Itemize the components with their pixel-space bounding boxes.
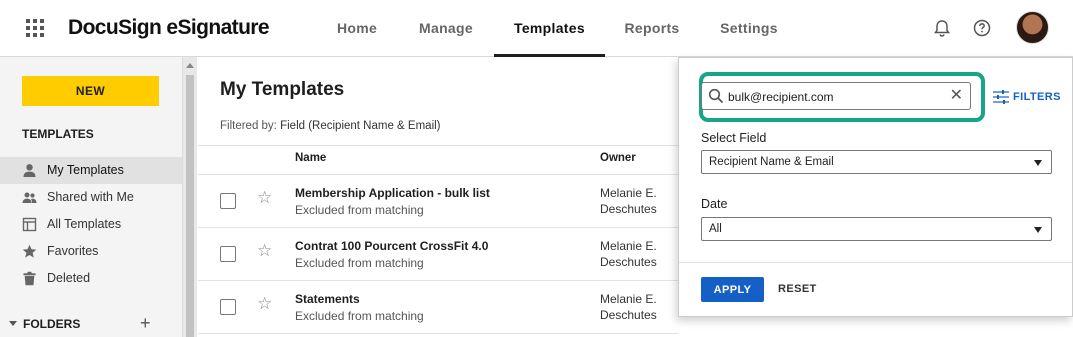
owner-last: Deschutes [600,255,657,269]
template-status: Excluded from matching [295,203,424,217]
date-value: All [709,223,722,235]
panel-divider [679,262,1072,263]
table-divider [198,174,678,175]
sidebar-item-favorites[interactable]: Favorites [0,238,182,265]
template-owner: Melanie E. Deschutes [600,291,657,323]
clear-icon[interactable]: ✕ [950,88,963,104]
page-title: My Templates [220,79,345,100]
date-dropdown[interactable]: All [701,217,1052,241]
table-divider [198,227,678,228]
owner-first: Melanie E. [600,239,657,253]
reset-button[interactable]: RESET [778,277,817,302]
caret-down-icon [9,321,17,326]
filters-label: FILTERS [1013,91,1061,103]
tab-reports[interactable]: Reports [613,0,691,56]
scrollbar-thumb[interactable] [186,75,194,337]
brand-logo[interactable]: DocuSign eSignature [68,16,270,40]
search-icon [708,88,724,104]
tab-settings[interactable]: Settings [708,0,790,56]
filter-panel: ✕ FILTERS Select Field Recipient Name & … [678,57,1073,317]
folders-label: FOLDERS [23,317,81,331]
owner-first: Melanie E. [600,292,657,306]
sidebar: NEW TEMPLATES My Templates Shared with M… [0,57,182,337]
sidebar-item-label: Favorites [47,244,99,258]
template-name[interactable]: Contrat 100 Pourcent CrossFit 4.0 [295,239,488,253]
tab-templates[interactable]: Templates [494,0,605,57]
sidebar-item-shared-with-me[interactable]: Shared with Me [0,184,182,211]
template-owner: Melanie E. Deschutes [600,185,657,217]
sidebar-item-label: Deleted [47,271,91,285]
sidebar-item-my-templates[interactable]: My Templates [0,157,182,184]
filter-summary: Filtered by: Field (Recipient Name & Ema… [220,120,441,132]
favorite-star-icon[interactable]: ☆ [257,294,272,314]
select-field-label: Select Field [701,131,767,145]
row-checkbox[interactable] [220,246,236,262]
select-field-dropdown[interactable]: Recipient Name & Email [701,150,1052,174]
select-field-value: Recipient Name & Email [709,156,834,168]
table-divider [198,333,678,334]
scroll-up-icon[interactable] [186,63,194,68]
tab-manage[interactable]: Manage [408,0,484,56]
tab-home[interactable]: Home [322,0,392,56]
sidebar-heading-templates: TEMPLATES [22,127,94,141]
trash-icon [23,271,36,286]
dropdown-arrow-icon [1034,160,1042,166]
template-name[interactable]: Membership Application - bulk list [295,186,490,200]
sidebar-item-label: Shared with Me [47,190,134,204]
column-header-owner[interactable]: Owner [600,152,636,164]
sliders-icon [993,90,1009,104]
help-icon[interactable] [971,17,993,39]
template-icon [22,217,37,232]
favorite-star-icon[interactable]: ☆ [257,188,272,208]
apps-grid-icon[interactable] [26,19,44,37]
template-status: Excluded from matching [295,309,424,323]
row-checkbox[interactable] [220,193,236,209]
owner-first: Melanie E. [600,186,657,200]
filtered-by-label: Filtered by: [220,120,277,132]
template-owner: Melanie E. Deschutes [600,238,657,270]
folders-toggle[interactable]: FOLDERS [9,317,80,331]
bell-icon[interactable] [931,17,953,39]
search-input[interactable] [728,87,943,107]
add-folder-icon[interactable]: + [140,313,151,334]
column-header-name[interactable]: Name [295,152,326,164]
owner-last: Deschutes [600,202,657,216]
sidebar-scrollbar[interactable] [182,57,197,337]
person-icon [23,164,36,177]
template-name[interactable]: Statements [295,292,360,306]
dropdown-arrow-icon [1034,227,1042,233]
table-divider [198,145,678,146]
sidebar-item-label: All Templates [47,217,122,231]
template-status: Excluded from matching [295,256,424,270]
filtered-by-value: Field (Recipient Name & Email) [280,120,441,132]
new-button[interactable]: NEW [22,76,159,106]
people-icon [22,192,37,203]
star-icon [22,244,37,258]
owner-last: Deschutes [600,308,657,322]
date-label: Date [701,197,728,211]
avatar[interactable] [1016,11,1049,44]
search-field[interactable]: ✕ [701,82,971,110]
sidebar-item-all-templates[interactable]: All Templates [0,211,182,238]
top-header: DocuSign eSignature Home Manage Template… [0,0,1073,57]
apply-button[interactable]: APPLY [701,277,764,302]
favorite-star-icon[interactable]: ☆ [257,241,272,261]
row-checkbox[interactable] [220,299,236,315]
sidebar-item-deleted[interactable]: Deleted [0,265,182,292]
sidebar-item-label: My Templates [47,163,124,177]
table-divider [198,280,678,281]
